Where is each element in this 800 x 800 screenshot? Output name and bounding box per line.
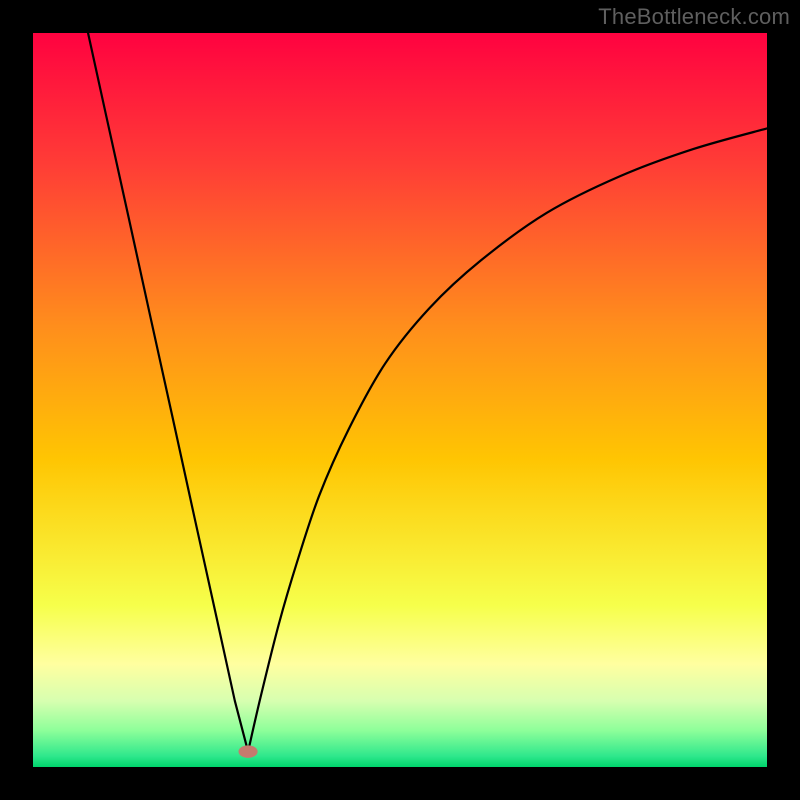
bottleneck-chart — [0, 0, 800, 800]
watermark-text: TheBottleneck.com — [598, 4, 790, 30]
plot-background — [33, 33, 767, 767]
chart-container: TheBottleneck.com — [0, 0, 800, 800]
minimum-marker — [239, 745, 258, 757]
plot-area — [33, 33, 767, 767]
